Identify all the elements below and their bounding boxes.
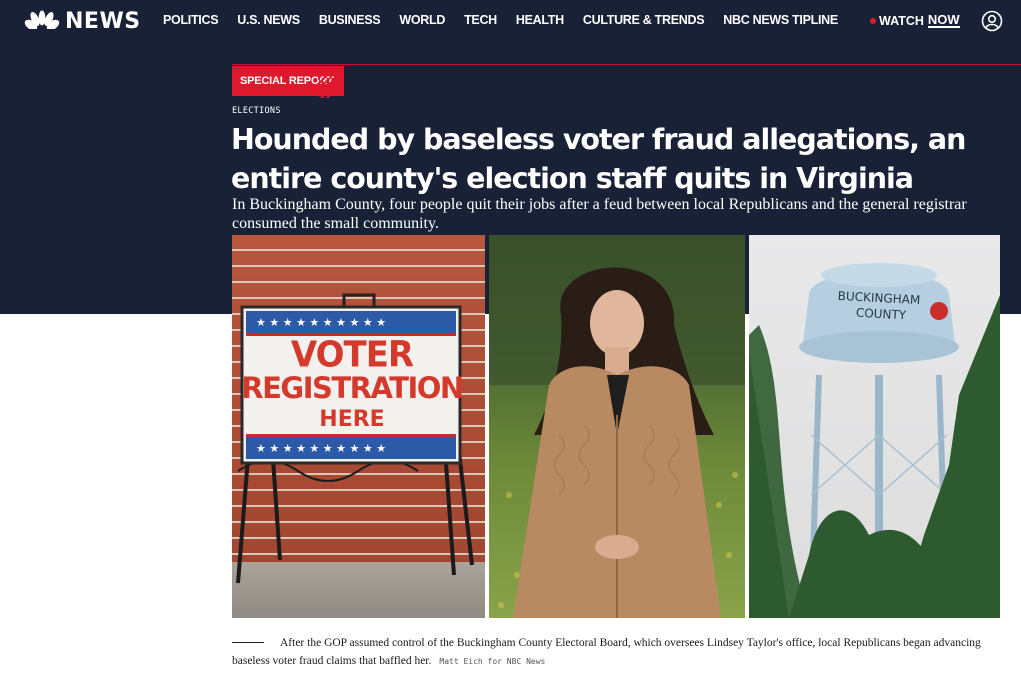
sign-text-voter: VOTER xyxy=(290,334,414,376)
sign-text-registration: REGISTRATION xyxy=(241,371,464,405)
top-navigation: NEWS POLITICS U.S. NEWS BUSINESS WORLD T… xyxy=(0,0,1021,42)
nav-item-culture-trends[interactable]: CULTURE & TRENDS xyxy=(583,13,705,27)
watch-now-label: NOW xyxy=(927,12,960,28)
logo-wordmark: NEWS xyxy=(65,8,141,34)
nav-item-health[interactable]: HEALTH xyxy=(516,13,564,27)
lead-image-water-tower: BUCKINGHAM COUNTY xyxy=(749,235,1000,618)
nav-item-us-news[interactable]: U.S. NEWS xyxy=(237,13,300,27)
lead-image-portrait xyxy=(489,235,745,618)
live-dot-icon xyxy=(870,17,876,24)
nav-item-nbc-news-tipline[interactable]: NBC NEWS TIPLINE xyxy=(723,13,838,27)
nav-item-politics[interactable]: POLITICS xyxy=(163,13,219,27)
watch-label: WATCH xyxy=(879,13,924,28)
image-caption: After the GOP assumed control of the Buc… xyxy=(232,634,1002,671)
photo-credit: Matt Eich for NBC News xyxy=(439,657,546,666)
article-category-link[interactable]: ELECTIONS xyxy=(232,106,281,116)
lead-image-voter-sign: ★ ★ ★ ★ ★ ★ ★ ★ ★ ★ ★ ★ ★ ★ ★ ★ ★ ★ ★ ★ … xyxy=(232,235,485,618)
portrait-illustration xyxy=(489,235,745,618)
nbc-peacock-icon xyxy=(24,10,60,32)
svg-text:★ ★ ★ ★ ★ ★ ★ ★ ★ ★: ★ ★ ★ ★ ★ ★ ★ ★ ★ ★ xyxy=(256,442,386,455)
svg-text:★ ★ ★ ★ ★ ★ ★ ★ ★ ★: ★ ★ ★ ★ ★ ★ ★ ★ ★ ★ xyxy=(256,316,386,329)
header-divider xyxy=(232,64,1021,65)
sign-text-here: HERE xyxy=(319,407,385,432)
nav-item-business[interactable]: BUSINESS xyxy=(319,13,381,27)
article-dek: In Buckingham County, four people quit t… xyxy=(232,196,967,232)
nbc-news-logo[interactable]: NEWS xyxy=(24,8,141,34)
watch-now-link[interactable]: WATCH NOW xyxy=(870,13,960,28)
nav-links: POLITICS U.S. NEWS BUSINESS WORLD TECH H… xyxy=(163,13,857,27)
article-headline: Hounded by baseless voter fraud allegati… xyxy=(231,123,966,195)
account-icon[interactable] xyxy=(981,10,1003,32)
nav-item-world[interactable]: WORLD xyxy=(399,13,445,27)
caption-text: After the GOP assumed control of the Buc… xyxy=(232,637,981,667)
nav-item-tech[interactable]: TECH xyxy=(464,13,497,27)
badge-hatch-decoration xyxy=(318,66,332,98)
